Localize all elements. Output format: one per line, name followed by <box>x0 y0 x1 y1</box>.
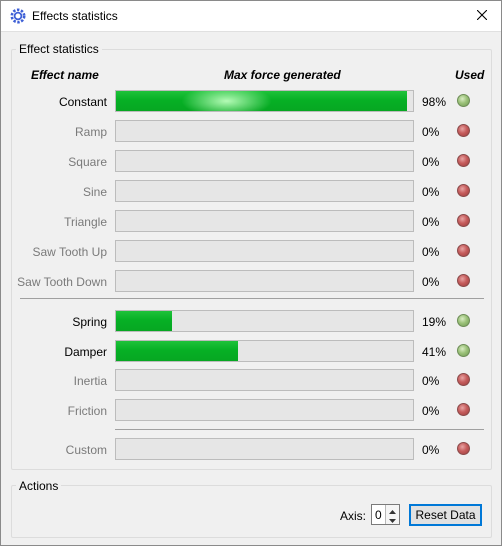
used-indicator-off <box>457 124 470 137</box>
effect-label-friction: Friction <box>67 404 107 418</box>
used-indicator-on <box>457 314 470 327</box>
window-title: Effects statistics <box>32 9 118 23</box>
force-percent: 19% <box>422 315 447 329</box>
used-indicator-off <box>457 244 470 257</box>
axis-label: Axis: <box>340 509 367 523</box>
effect-label-custom: Custom <box>65 443 107 457</box>
force-bar-square <box>115 150 414 172</box>
used-indicator-off <box>457 274 470 287</box>
force-percent: 0% <box>422 185 440 199</box>
force-bar-inertia <box>115 369 414 391</box>
used-indicator-off <box>457 442 470 455</box>
force-bar-friction <box>115 399 414 421</box>
used-header: Used <box>455 68 485 82</box>
force-percent: 0% <box>422 275 440 289</box>
force-bar-fill <box>116 341 238 361</box>
force-bar-fill <box>116 91 408 111</box>
used-indicator-off <box>457 403 470 416</box>
effect-name-header: Effect name <box>31 68 99 82</box>
force-bar-fill <box>116 311 173 331</box>
used-indicator-on <box>457 344 470 357</box>
force-percent: 41% <box>422 345 447 359</box>
force-bar-ramp <box>115 120 414 142</box>
effect-label-triangle: Triangle <box>64 215 107 229</box>
force-percent: 0% <box>422 374 440 388</box>
used-indicator-off <box>457 154 470 167</box>
spin-down-button[interactable] <box>385 514 399 524</box>
force-percent: 0% <box>422 404 440 418</box>
effect-label-square: Square <box>68 155 107 169</box>
effect-label-damper: Damper <box>64 345 107 359</box>
force-bar-custom <box>115 438 414 460</box>
title-bar: Effects statistics <box>1 1 501 32</box>
axis-value[interactable]: 0 <box>375 508 382 522</box>
effect-label-constant: Constant <box>58 95 107 109</box>
used-indicator-off <box>457 373 470 386</box>
used-indicator-off <box>457 214 470 227</box>
force-bar-damper <box>115 340 414 362</box>
close-icon <box>476 9 488 23</box>
separator <box>20 298 484 299</box>
effect-label-sine: Sine <box>82 185 107 199</box>
force-percent: 0% <box>422 245 440 259</box>
force-bar-saw-tooth-down <box>115 270 414 292</box>
effect-statistics-group-title: Effect statistics <box>16 42 102 56</box>
effects-statistics-window: Effects statistics Effect statistics Eff… <box>0 0 502 546</box>
actions-group-title: Actions <box>16 479 62 493</box>
reset-data-button[interactable]: Reset Data <box>409 504 482 526</box>
effect-label-ramp: Ramp <box>74 125 107 139</box>
force-percent: 0% <box>422 125 440 139</box>
chevron-down-icon <box>389 512 396 526</box>
force-bar-constant <box>115 90 414 112</box>
force-percent: 0% <box>422 443 440 457</box>
effect-label-saw-tooth-up: Saw Tooth Up <box>32 245 108 259</box>
max-force-header: Max force generated <box>224 68 341 82</box>
effect-label-saw-tooth-down: Saw Tooth Down <box>17 275 107 289</box>
effect-label-inertia: Inertia <box>73 374 107 388</box>
force-percent: 98% <box>422 95 447 109</box>
force-bar-spring <box>115 310 414 332</box>
axis-spinbox[interactable]: 0 <box>371 504 400 525</box>
force-bar-sine <box>115 180 414 202</box>
close-button[interactable] <box>463 1 501 31</box>
force-bar-triangle <box>115 210 414 232</box>
separator-custom <box>115 429 484 430</box>
effect-label-spring: Spring <box>72 315 107 329</box>
force-percent: 0% <box>422 215 440 229</box>
gear-icon <box>10 8 26 24</box>
force-percent: 0% <box>422 155 440 169</box>
force-bar-saw-tooth-up <box>115 240 414 262</box>
used-indicator-off <box>457 184 470 197</box>
used-indicator-on <box>457 94 470 107</box>
